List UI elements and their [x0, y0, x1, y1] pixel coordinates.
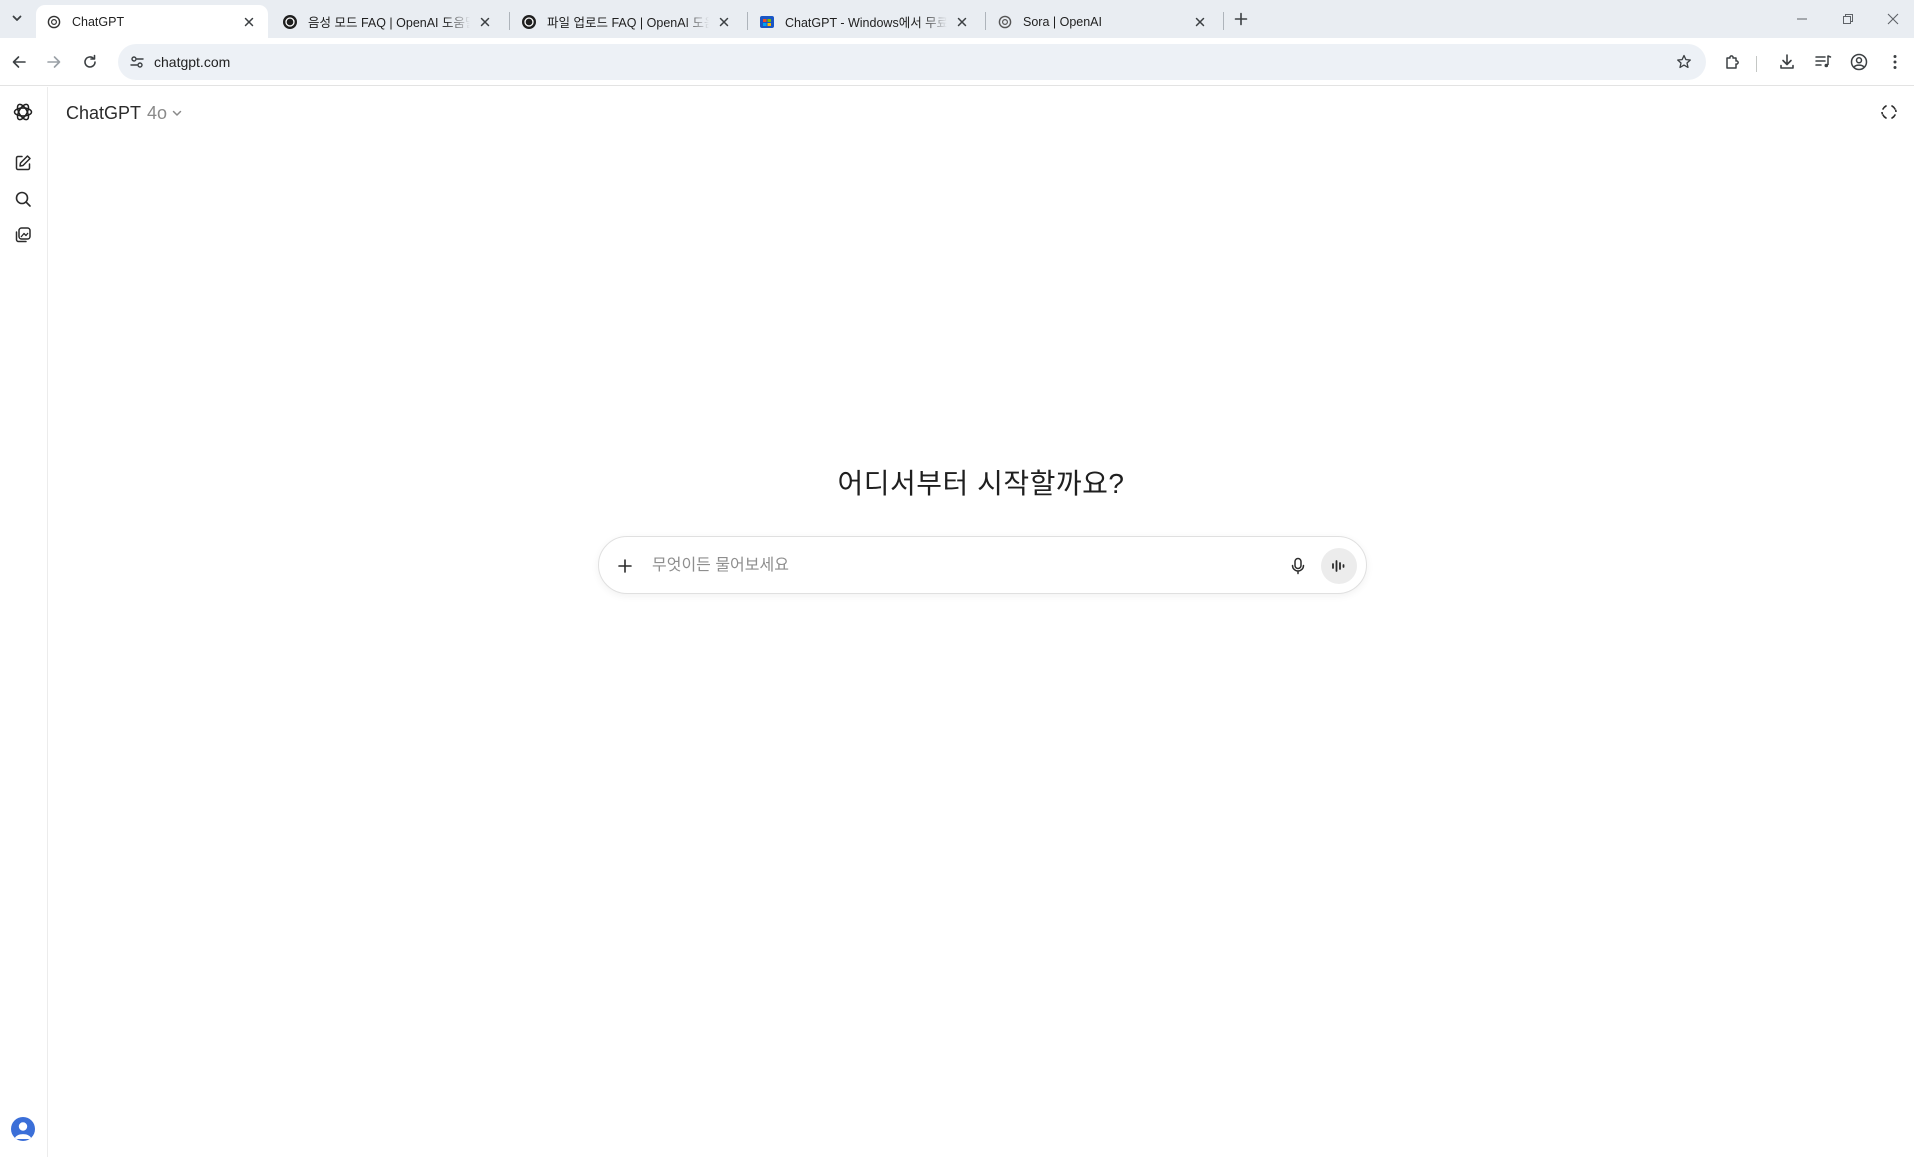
tab-separator — [509, 12, 510, 30]
toolbar-divider — [1756, 56, 1757, 72]
extensions-button[interactable] — [1721, 50, 1745, 74]
prompt-input[interactable] — [652, 554, 1252, 578]
tab-title: 파일 업로드 FAQ | OpenAI 도움말 — [547, 16, 709, 30]
new-tab-button[interactable] — [1230, 8, 1252, 30]
url-text[interactable]: chatgpt.com — [154, 54, 230, 70]
bookmark-star-icon[interactable] — [1674, 52, 1694, 72]
model-version: 4o — [147, 102, 168, 123]
page-title: 어디서부터 시작할까요? — [837, 468, 1125, 499]
arrow-left-icon — [12, 56, 26, 68]
plus-icon — [618, 559, 632, 573]
more-vertical-icon — [1893, 55, 1897, 69]
new-chat-icon — [15, 155, 31, 171]
tab-title: Sora | OpenAI — [1023, 14, 1102, 29]
browser-tab-strip: ChatGPT 음성 모드 FAQ | OpenAI 도움말 파일 업로드 FA… — [0, 0, 1914, 38]
temporary-chat-icon — [1881, 105, 1897, 119]
close-tab-icon[interactable] — [953, 13, 971, 31]
chevron-down-icon — [12, 15, 22, 21]
close-tab-icon[interactable] — [1191, 13, 1209, 31]
tab-title: ChatGPT — [72, 14, 125, 29]
attach-button[interactable] — [613, 554, 637, 578]
avatar[interactable] — [11, 1117, 35, 1141]
close-tab-icon[interactable] — [240, 13, 258, 31]
library-icon — [15, 227, 31, 243]
arrow-right-icon — [47, 56, 61, 68]
address-bar[interactable]: chatgpt.com — [118, 44, 1706, 80]
model-name: ChatGPT — [66, 102, 142, 123]
tab-chatgpt[interactable]: ChatGPT — [36, 5, 268, 38]
tab-separator — [747, 12, 748, 30]
close-window-button[interactable] — [1871, 0, 1914, 38]
tab-title: 음성 모드 FAQ | OpenAI 도움말 — [308, 16, 470, 30]
sidebar-rail — [0, 87, 48, 1157]
playlist-music-icon — [1815, 55, 1832, 68]
tab-sora[interactable]: Sora | OpenAI — [987, 5, 1219, 38]
dictate-button[interactable] — [1286, 554, 1310, 578]
back-button[interactable] — [6, 49, 32, 75]
openai-icon — [997, 14, 1013, 30]
temporary-chat-button[interactable] — [1878, 101, 1900, 123]
tab-separator — [985, 12, 986, 30]
search-icon — [15, 191, 31, 207]
minimize-button[interactable] — [1779, 0, 1825, 38]
tab-separator — [1223, 12, 1224, 30]
prompt-composer — [598, 536, 1367, 594]
tab-chatgpt-windows[interactable]: ChatGPT - Windows에서 무료 — [749, 5, 981, 38]
voice-mode-button[interactable] — [1321, 548, 1357, 584]
downloads-button[interactable] — [1775, 50, 1799, 74]
openai-icon — [46, 14, 62, 30]
new-chat-button[interactable] — [10, 150, 36, 176]
openai-icon — [282, 14, 298, 30]
browser-toolbar: chatgpt.com — [0, 38, 1914, 86]
puzzle-icon — [1726, 55, 1739, 69]
openai-logo-button[interactable] — [10, 99, 36, 125]
search-chats-button[interactable] — [10, 186, 36, 212]
close-icon — [1887, 13, 1898, 25]
plus-icon — [1234, 12, 1248, 26]
minimize-icon — [1797, 18, 1807, 20]
openai-logo-icon — [13, 103, 33, 121]
browser-menu-button[interactable] — [1883, 50, 1907, 74]
openai-icon — [521, 14, 537, 30]
account-circle-icon — [1850, 53, 1868, 71]
close-tab-icon[interactable] — [715, 13, 733, 31]
chevron-down-icon — [171, 107, 183, 119]
tab-search-button[interactable] — [6, 6, 28, 30]
profile-button[interactable] — [1847, 50, 1871, 74]
close-tab-icon[interactable] — [476, 13, 494, 31]
tab-file-upload-faq[interactable]: 파일 업로드 FAQ | OpenAI 도움말 — [511, 5, 743, 38]
forward-button[interactable] — [41, 49, 67, 75]
library-button[interactable] — [10, 222, 36, 248]
reload-icon — [84, 54, 96, 68]
site-info-icon[interactable] — [128, 53, 146, 71]
restore-button[interactable] — [1825, 0, 1871, 38]
voice-waveform-icon — [1332, 560, 1345, 572]
tab-title: ChatGPT - Windows에서 무료 — [785, 16, 947, 30]
download-icon — [1780, 54, 1794, 69]
restore-icon — [1843, 14, 1853, 24]
microphone-icon — [1291, 557, 1305, 575]
tab-voice-mode-faq[interactable]: 음성 모드 FAQ | OpenAI 도움말 — [272, 5, 504, 38]
reload-button[interactable] — [77, 49, 103, 75]
microsoft-store-icon — [759, 14, 775, 30]
media-control-button[interactable] — [1811, 50, 1835, 74]
model-switcher[interactable]: ChatGPT 4o — [66, 101, 183, 125]
